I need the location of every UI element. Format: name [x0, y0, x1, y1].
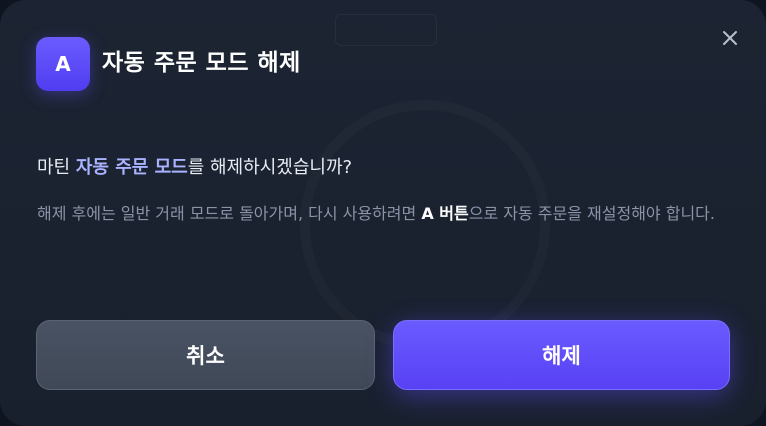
- close-button[interactable]: [716, 24, 744, 52]
- background-timer-box: [335, 14, 437, 46]
- dialog-question: 마틴 자동 주문 모드를 해제하시겠습니까?: [37, 154, 352, 182]
- cancel-button[interactable]: 취소: [36, 320, 375, 390]
- description-strong: A 버튼: [421, 204, 469, 223]
- description-part2: 으로 자동 주문을 재설정해야 합니다.: [468, 204, 715, 223]
- confirm-release-button[interactable]: 해제: [393, 320, 730, 390]
- question-prefix: 마틴: [37, 157, 76, 178]
- dialog-description: 해제 후에는 일반 거래 모드로 돌아가며, 다시 사용하려면 A 버튼으로 자…: [37, 198, 727, 229]
- description-part1: 해제 후에는 일반 거래 모드로 돌아가며, 다시 사용하려면: [37, 204, 422, 223]
- cancel-button-label: 취소: [186, 344, 225, 368]
- close-icon: [723, 31, 737, 45]
- question-suffix: 를 해제하시겠습니까?: [187, 157, 353, 178]
- dialog-title: 자동 주문 모드 해제: [102, 50, 301, 76]
- confirm-button-label: 해제: [542, 344, 581, 368]
- confirm-dialog: A 자동 주문 모드 해제 마틴 자동 주문 모드를 해제하시겠습니까? 해제 …: [0, 0, 766, 426]
- question-highlight: 자동 주문 모드: [75, 157, 188, 178]
- badge-letter: A: [55, 52, 71, 76]
- backdrop: A 자동 주문 모드 해제 마틴 자동 주문 모드를 해제하시겠습니까? 해제 …: [0, 0, 766, 426]
- auto-mode-badge-icon: A: [36, 37, 90, 91]
